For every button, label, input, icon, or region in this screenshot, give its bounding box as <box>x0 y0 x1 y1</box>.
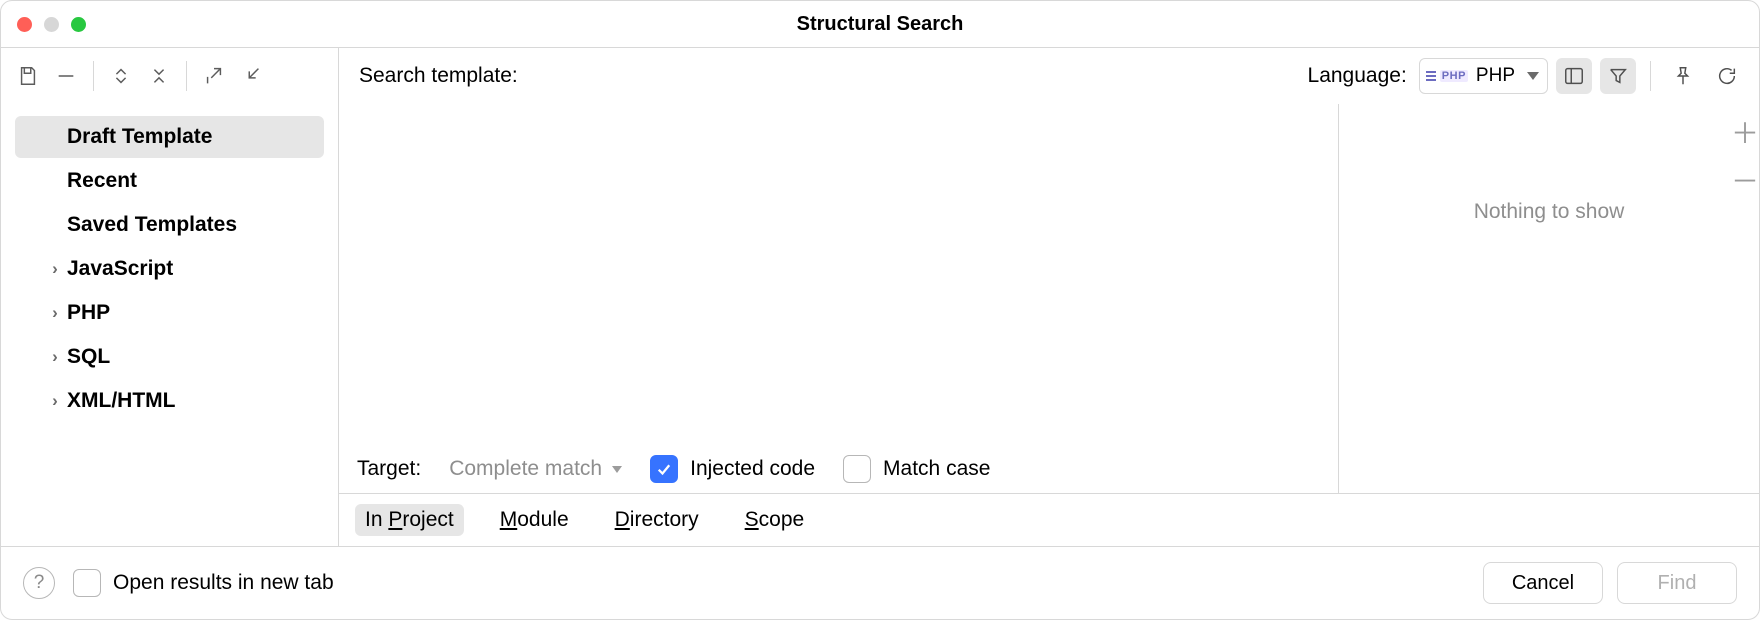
tree-item-sql[interactable]: ›SQL <box>15 336 324 378</box>
match-case-label: Match case <box>883 457 990 481</box>
tree-item-label: PHP <box>67 301 110 325</box>
template-editor[interactable] <box>339 104 1338 493</box>
scope-tabs: In Project Module Directory Scope <box>339 494 1759 546</box>
separator <box>186 61 187 91</box>
separator <box>1650 61 1651 91</box>
injected-code-checkbox[interactable]: Injected code <box>650 455 815 483</box>
chevron-right-icon: › <box>43 391 67 411</box>
templates-tree[interactable]: Draft TemplateRecentSaved Templates›Java… <box>1 104 339 546</box>
toolbar-right: Language: PHP PHP <box>1308 58 1759 94</box>
tree-item-saved-templates[interactable]: Saved Templates <box>15 204 324 246</box>
tree-item-recent[interactable]: Recent <box>15 160 324 202</box>
tree-item-label: SQL <box>67 345 110 369</box>
tree-item-xml-html[interactable]: ›XML/HTML <box>15 380 324 422</box>
chevron-down-icon <box>1527 72 1539 80</box>
chevron-right-icon: › <box>43 303 67 323</box>
footer-buttons: Cancel Find <box>1483 562 1737 604</box>
pin-button[interactable] <box>1665 58 1701 94</box>
chevron-right-icon: › <box>43 347 67 367</box>
scope-tab-scope[interactable]: Scope <box>735 504 815 536</box>
add-filter-button[interactable]: ＋ <box>1731 120 1759 148</box>
separator <box>93 61 94 91</box>
tree-item-draft-template[interactable]: Draft Template <box>15 116 324 158</box>
tree-item-label: Draft Template <box>67 125 212 149</box>
save-template-button[interactable] <box>11 59 45 93</box>
chevron-right-icon: › <box>43 259 67 279</box>
language-value: PHP <box>1476 65 1515 87</box>
sidebar-toolbar <box>1 48 339 104</box>
toggle-tree-button[interactable] <box>1556 58 1592 94</box>
template-editor-wrap: Target: Complete match Injected code <box>339 104 1339 493</box>
target-row: Target: Complete match Injected code <box>339 447 1338 493</box>
import-button[interactable] <box>235 59 269 93</box>
structural-search-dialog: Structural Search Searc <box>0 0 1760 620</box>
center-column: Target: Complete match Injected code <box>339 104 1759 546</box>
checkbox-off-icon <box>73 569 101 597</box>
expand-all-button[interactable] <box>104 59 138 93</box>
checkbox-off-icon <box>843 455 871 483</box>
target-dropdown[interactable]: Complete match <box>449 457 622 481</box>
filters-empty-text: Nothing to show <box>1474 200 1625 224</box>
search-template-label: Search template: <box>339 64 518 88</box>
checkbox-on-icon <box>650 455 678 483</box>
cancel-button[interactable]: Cancel <box>1483 562 1603 604</box>
collapse-all-button[interactable] <box>142 59 176 93</box>
toolbar-row: Search template: Language: PHP PHP <box>1 48 1759 104</box>
language-dropdown[interactable]: PHP PHP <box>1419 58 1548 94</box>
scope-tab-directory[interactable]: Directory <box>605 504 709 536</box>
remove-template-button[interactable] <box>49 59 83 93</box>
open-new-tab-label: Open results in new tab <box>113 571 334 595</box>
tree-item-javascript[interactable]: ›JavaScript <box>15 248 324 290</box>
editor-and-filters-row: Target: Complete match Injected code <box>339 104 1759 494</box>
help-button[interactable]: ? <box>23 567 55 599</box>
window-title: Structural Search <box>1 13 1759 36</box>
find-button[interactable]: Find <box>1617 562 1737 604</box>
tree-item-php[interactable]: ›PHP <box>15 292 324 334</box>
middle-area: Draft TemplateRecentSaved Templates›Java… <box>1 104 1759 546</box>
filters-panel: ＋ － Nothing to show <box>1339 104 1759 493</box>
footer: ? Open results in new tab Cancel Find <box>1 546 1759 619</box>
refresh-button[interactable] <box>1709 58 1745 94</box>
language-label: Language: <box>1308 64 1407 88</box>
tree-item-label: Recent <box>67 169 137 193</box>
php-icon: PHP <box>1426 70 1468 82</box>
toggle-filter-button[interactable] <box>1600 58 1636 94</box>
titlebar: Structural Search <box>1 1 1759 48</box>
tree-item-label: JavaScript <box>67 257 173 281</box>
tree-item-label: Saved Templates <box>67 213 237 237</box>
target-label: Target: <box>357 457 421 481</box>
open-new-tab-checkbox[interactable]: Open results in new tab <box>73 569 334 597</box>
scope-tab-module[interactable]: Module <box>490 504 579 536</box>
injected-code-label: Injected code <box>690 457 815 481</box>
export-button[interactable] <box>197 59 231 93</box>
remove-filter-button[interactable]: － <box>1731 168 1759 196</box>
target-value: Complete match <box>449 457 602 481</box>
scope-tab-in-project[interactable]: In Project <box>355 504 464 536</box>
tree-item-label: XML/HTML <box>67 389 175 413</box>
chevron-down-icon <box>612 466 622 473</box>
match-case-checkbox[interactable]: Match case <box>843 455 990 483</box>
